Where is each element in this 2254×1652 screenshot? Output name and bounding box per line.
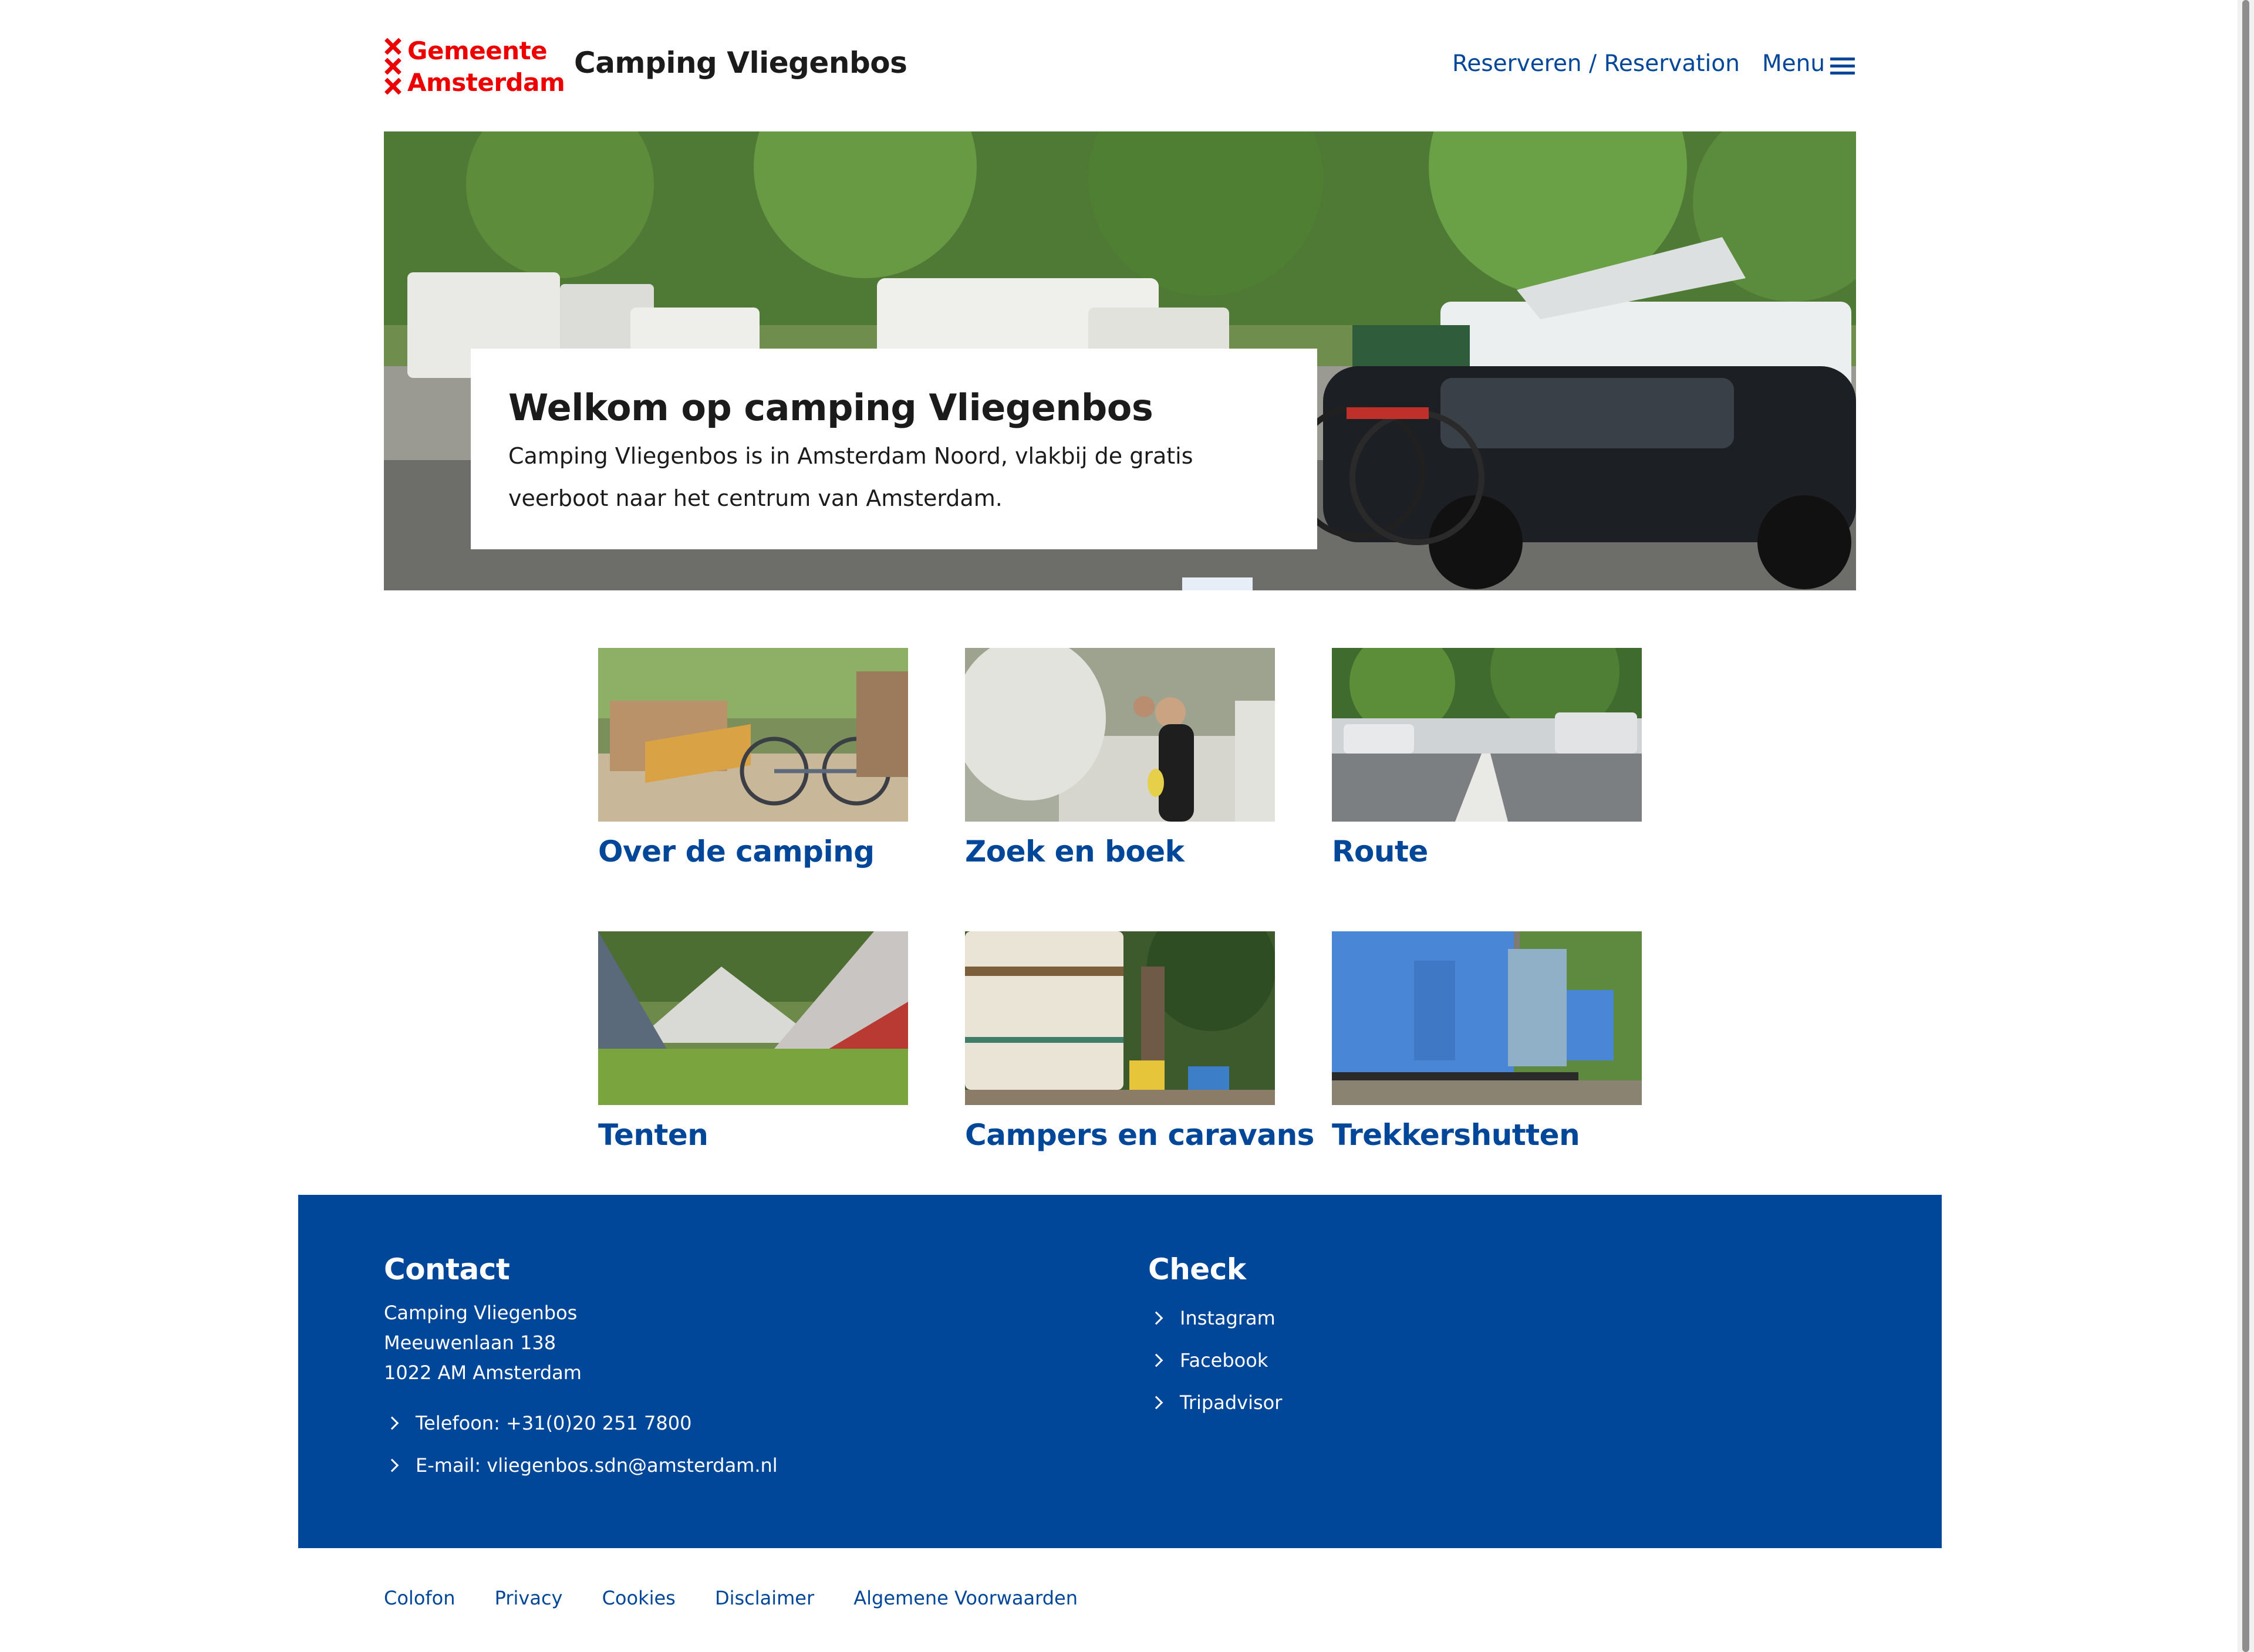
logo-line-1: Gemeente <box>407 36 548 65</box>
scrollbar-thumb[interactable] <box>2242 0 2249 1652</box>
menu-button[interactable]: Menu <box>1762 50 1825 77</box>
tile-label: Route <box>1332 835 1428 869</box>
contact-heading: Contact <box>384 1252 510 1286</box>
footer-contact: Contact Camping Vliegenbos Meeuwenlaan 1… <box>384 1252 778 1487</box>
hero-title: Welkom op camping Vliegenbos <box>508 386 1153 429</box>
algemene-voorwaarden-link[interactable]: Algemene Voorwaarden <box>853 1587 1078 1609</box>
hero-banner: Welkom op camping Vliegenbos Camping Vli… <box>384 131 1856 590</box>
tile-image <box>1332 648 1642 822</box>
bottom-links: Colofon Privacy Cookies Disclaimer Algem… <box>384 1587 1114 1609</box>
tile-image <box>965 648 1275 822</box>
amsterdam-crosses-icon <box>384 36 401 97</box>
chevron-right-icon <box>1149 1396 1163 1410</box>
tile-label: Trekkershutten <box>1332 1118 1580 1152</box>
phone-link-label: Telefoon: +31(0)20 251 7800 <box>416 1412 692 1434</box>
logo-text: Gemeente Amsterdam <box>407 35 565 99</box>
tripadvisor-link[interactable]: Tripadvisor <box>1148 1381 1282 1424</box>
hero-text: Camping Vliegenbos is in Amsterdam Noord… <box>508 443 1193 511</box>
gemeente-amsterdam-logo[interactable]: Gemeente Amsterdam <box>384 36 565 97</box>
instagram-link[interactable]: Instagram <box>1148 1297 1282 1339</box>
colofon-link[interactable]: Colofon <box>384 1587 455 1609</box>
tripadvisor-link-label: Tripadvisor <box>1180 1391 1283 1414</box>
address-line: Meeuwenlaan 138 <box>384 1332 556 1354</box>
facebook-link[interactable]: Facebook <box>1148 1339 1282 1381</box>
reserve-link[interactable]: Reserveren / Reservation <box>1452 50 1740 77</box>
chevron-right-icon <box>1149 1311 1163 1325</box>
tile-label: Zoek en boek <box>965 835 1185 869</box>
facebook-link-label: Facebook <box>1180 1349 1268 1371</box>
tile-image <box>965 931 1275 1105</box>
tile-over-de-camping[interactable]: Over de camping <box>598 648 908 869</box>
check-heading: Check <box>1148 1252 1246 1286</box>
privacy-link[interactable]: Privacy <box>495 1587 563 1609</box>
tile-trekkershutten[interactable]: Trekkershutten <box>1332 931 1642 1152</box>
phone-link[interactable]: Telefoon: +31(0)20 251 7800 <box>384 1402 778 1444</box>
logo-line-2: Amsterdam <box>407 68 565 97</box>
disclaimer-link[interactable]: Disclaimer <box>715 1587 814 1609</box>
cookies-link[interactable]: Cookies <box>602 1587 676 1609</box>
tile-route[interactable]: Route <box>1332 648 1642 869</box>
tile-image <box>598 931 908 1105</box>
tile-campers-en-caravans[interactable]: Campers en caravans <box>965 931 1314 1152</box>
address-line: 1022 AM Amsterdam <box>384 1362 582 1384</box>
contact-links: Telefoon: +31(0)20 251 7800 E-mail: vlie… <box>384 1402 778 1487</box>
tile-label: Campers en caravans <box>965 1118 1314 1152</box>
tile-image <box>598 648 908 822</box>
email-link-label: E-mail: vliegenbos.sdn@amsterdam.nl <box>416 1454 778 1477</box>
address-line: Camping Vliegenbos <box>384 1302 578 1324</box>
chevron-right-icon <box>1149 1353 1163 1367</box>
chevron-right-icon <box>385 1458 399 1472</box>
address: Camping Vliegenbos Meeuwenlaan 138 1022 … <box>384 1298 778 1388</box>
tile-image <box>1332 931 1642 1105</box>
social-links: Instagram Facebook Tripadvisor <box>1148 1297 1282 1424</box>
tile-label: Over de camping <box>598 835 875 869</box>
tile-tenten[interactable]: Tenten <box>598 931 908 1152</box>
email-link[interactable]: E-mail: vliegenbos.sdn@amsterdam.nl <box>384 1444 778 1487</box>
footer: Contact Camping Vliegenbos Meeuwenlaan 1… <box>298 1195 1942 1548</box>
instagram-link-label: Instagram <box>1180 1307 1276 1329</box>
scrollbar[interactable] <box>2238 0 2254 1652</box>
chevron-right-icon <box>385 1416 399 1430</box>
footer-check: Check Instagram Facebook Tripadvisor <box>1148 1252 1282 1424</box>
tile-zoek-en-boek[interactable]: Zoek en boek <box>965 648 1275 869</box>
hamburger-icon[interactable] <box>1830 58 1855 75</box>
tile-label: Tenten <box>598 1118 708 1152</box>
hero-card: Welkom op camping Vliegenbos Camping Vli… <box>471 349 1317 549</box>
site-title[interactable]: Camping Vliegenbos <box>574 46 907 80</box>
